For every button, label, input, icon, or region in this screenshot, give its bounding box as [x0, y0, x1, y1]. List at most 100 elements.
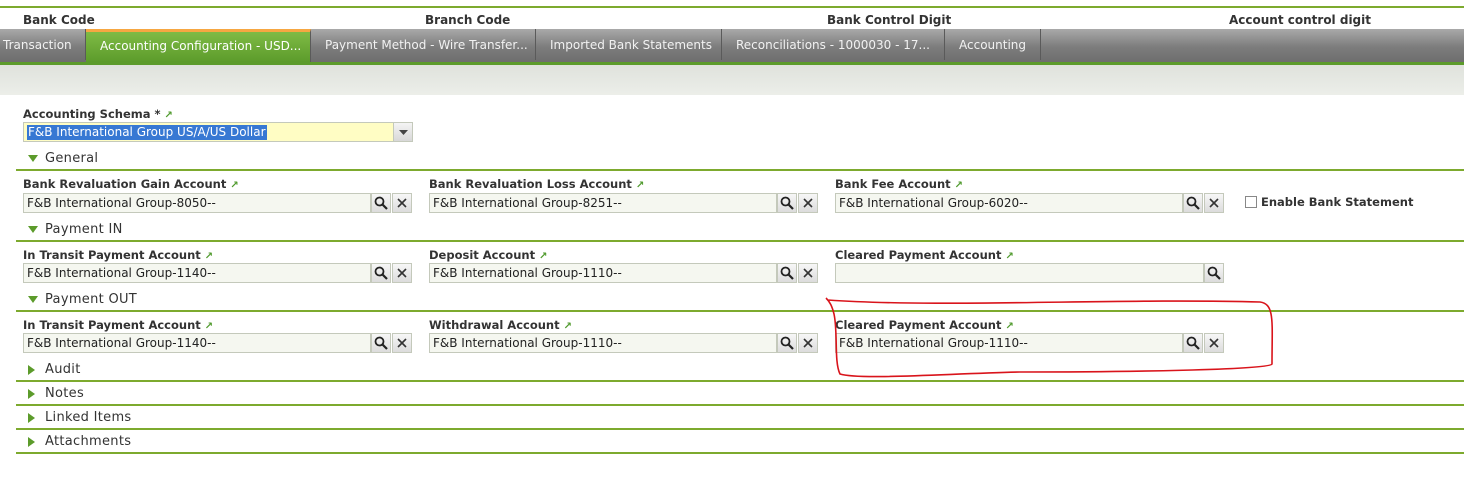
triangle-right-icon: [28, 413, 35, 423]
toolbar-strip: [0, 65, 1464, 95]
tab-accounting[interactable]: Accounting: [945, 29, 1041, 60]
section-attachments-title: Attachments: [45, 434, 132, 449]
header-divider: [0, 6, 1464, 8]
deposit-label-text: Deposit Account: [429, 248, 536, 262]
withdrawal-label: Withdrawal Account ↗: [429, 318, 572, 332]
search-button[interactable]: [777, 333, 797, 353]
revaluation-loss-label: Bank Revaluation Loss Account ↗: [429, 177, 644, 191]
dropdown-button[interactable]: [393, 123, 412, 141]
close-icon: [397, 338, 407, 348]
section-payment-in-title: Payment IN: [45, 222, 123, 237]
section-payment-out-title: Payment OUT: [45, 292, 138, 307]
jump-arrow-icon[interactable]: ↗: [539, 251, 547, 262]
clear-button[interactable]: [392, 193, 412, 213]
accounting-schema-label-text: Accounting Schema *: [23, 107, 161, 121]
search-button[interactable]: [1204, 263, 1224, 283]
enable-bank-statement-label: Enable Bank Statement: [1261, 195, 1414, 209]
section-attachments[interactable]: Attachments: [16, 432, 1464, 454]
tab-reconciliations[interactable]: Reconciliations - 1000030 - 17...: [722, 29, 945, 60]
tab-transaction[interactable]: Transaction: [0, 29, 86, 60]
triangle-right-icon: [28, 437, 35, 447]
revaluation-loss-label-text: Bank Revaluation Loss Account: [429, 177, 632, 191]
tab-accounting-configuration[interactable]: Accounting Configuration - USD...: [86, 29, 311, 62]
close-icon: [803, 198, 813, 208]
in-transit-in-label-text: In Transit Payment Account: [23, 248, 201, 262]
revaluation-gain-field[interactable]: F&B International Group-8050--: [23, 193, 371, 213]
clear-button[interactable]: [392, 263, 412, 283]
section-linked-items[interactable]: Linked Items: [16, 408, 1464, 430]
revaluation-gain-label: Bank Revaluation Gain Account ↗: [23, 177, 239, 191]
search-button[interactable]: [371, 193, 391, 213]
section-linked-items-title: Linked Items: [45, 410, 132, 425]
cleared-in-label: Cleared Payment Account ↗: [835, 248, 1014, 262]
close-icon: [1209, 198, 1219, 208]
account-control-digit-label: Account control digit: [1229, 13, 1371, 27]
accounting-schema-select[interactable]: F&B International Group US/A/US Dollar: [23, 122, 413, 142]
bank-fee-label: Bank Fee Account ↗: [835, 177, 963, 191]
triangle-down-icon: [399, 130, 408, 135]
in-transit-out-field[interactable]: F&B International Group-1140--: [23, 333, 371, 353]
section-payment-in[interactable]: Payment IN: [16, 220, 1464, 242]
close-icon: [397, 268, 407, 278]
branch-code-label: Branch Code: [425, 13, 511, 27]
search-icon: [374, 266, 388, 280]
withdrawal-field[interactable]: F&B International Group-1110--: [429, 333, 777, 353]
in-transit-out-label-text: In Transit Payment Account: [23, 318, 201, 332]
section-notes[interactable]: Notes: [16, 384, 1464, 406]
search-icon: [780, 196, 794, 210]
bank-fee-field[interactable]: F&B International Group-6020--: [835, 193, 1183, 213]
revaluation-loss-field[interactable]: F&B International Group-8251--: [429, 193, 777, 213]
triangle-right-icon: [28, 365, 35, 375]
jump-arrow-icon[interactable]: ↗: [205, 321, 213, 332]
search-button[interactable]: [1183, 193, 1203, 213]
section-general[interactable]: General: [16, 149, 1464, 171]
section-audit[interactable]: Audit: [16, 360, 1464, 382]
bank-fee-label-text: Bank Fee Account: [835, 177, 951, 191]
jump-arrow-icon[interactable]: ↗: [1005, 251, 1013, 262]
search-button[interactable]: [371, 263, 391, 283]
tab-bar: Transaction Accounting Configuration - U…: [0, 29, 1464, 62]
enable-bank-statement-checkbox[interactable]: [1245, 196, 1257, 208]
revaluation-gain-label-text: Bank Revaluation Gain Account: [23, 177, 227, 191]
clear-button[interactable]: [798, 193, 818, 213]
triangle-down-icon: [28, 155, 38, 162]
accounting-schema-label: Accounting Schema * ↗: [23, 107, 173, 121]
search-button[interactable]: [777, 193, 797, 213]
search-button[interactable]: [777, 263, 797, 283]
section-audit-title: Audit: [45, 362, 81, 377]
accounting-schema-value: F&B International Group US/A/US Dollar: [27, 125, 267, 140]
in-transit-in-field[interactable]: F&B International Group-1140--: [23, 263, 371, 283]
triangle-down-icon: [28, 226, 38, 233]
bank-code-label: Bank Code: [23, 13, 95, 27]
section-notes-title: Notes: [45, 386, 85, 401]
cleared-in-field[interactable]: [835, 263, 1204, 283]
jump-arrow-icon[interactable]: ↗: [636, 180, 644, 191]
in-transit-out-label: In Transit Payment Account ↗: [23, 318, 213, 332]
clear-button[interactable]: [392, 333, 412, 353]
jump-arrow-icon[interactable]: ↗: [955, 180, 963, 191]
deposit-label: Deposit Account ↗: [429, 248, 547, 262]
jump-arrow-icon[interactable]: ↗: [165, 110, 173, 121]
close-icon: [803, 268, 813, 278]
section-general-title: General: [45, 151, 99, 166]
jump-arrow-icon[interactable]: ↗: [564, 321, 572, 332]
jump-arrow-icon[interactable]: ↗: [230, 180, 238, 191]
search-icon: [374, 336, 388, 350]
search-icon: [780, 336, 794, 350]
clear-button[interactable]: [798, 333, 818, 353]
cleared-in-label-text: Cleared Payment Account: [835, 248, 1002, 262]
search-icon: [780, 266, 794, 280]
deposit-field[interactable]: F&B International Group-1110--: [429, 263, 777, 283]
triangle-right-icon: [28, 389, 35, 399]
triangle-down-icon: [28, 296, 38, 303]
clear-button[interactable]: [798, 263, 818, 283]
clear-button[interactable]: [1204, 193, 1224, 213]
tab-imported-bank-statements[interactable]: Imported Bank Statements: [536, 29, 722, 60]
search-button[interactable]: [371, 333, 391, 353]
tab-payment-method[interactable]: Payment Method - Wire Transfer...: [311, 29, 536, 60]
jump-arrow-icon[interactable]: ↗: [205, 251, 213, 262]
search-icon: [1186, 196, 1200, 210]
close-icon: [397, 198, 407, 208]
search-icon: [374, 196, 388, 210]
in-transit-in-label: In Transit Payment Account ↗: [23, 248, 213, 262]
